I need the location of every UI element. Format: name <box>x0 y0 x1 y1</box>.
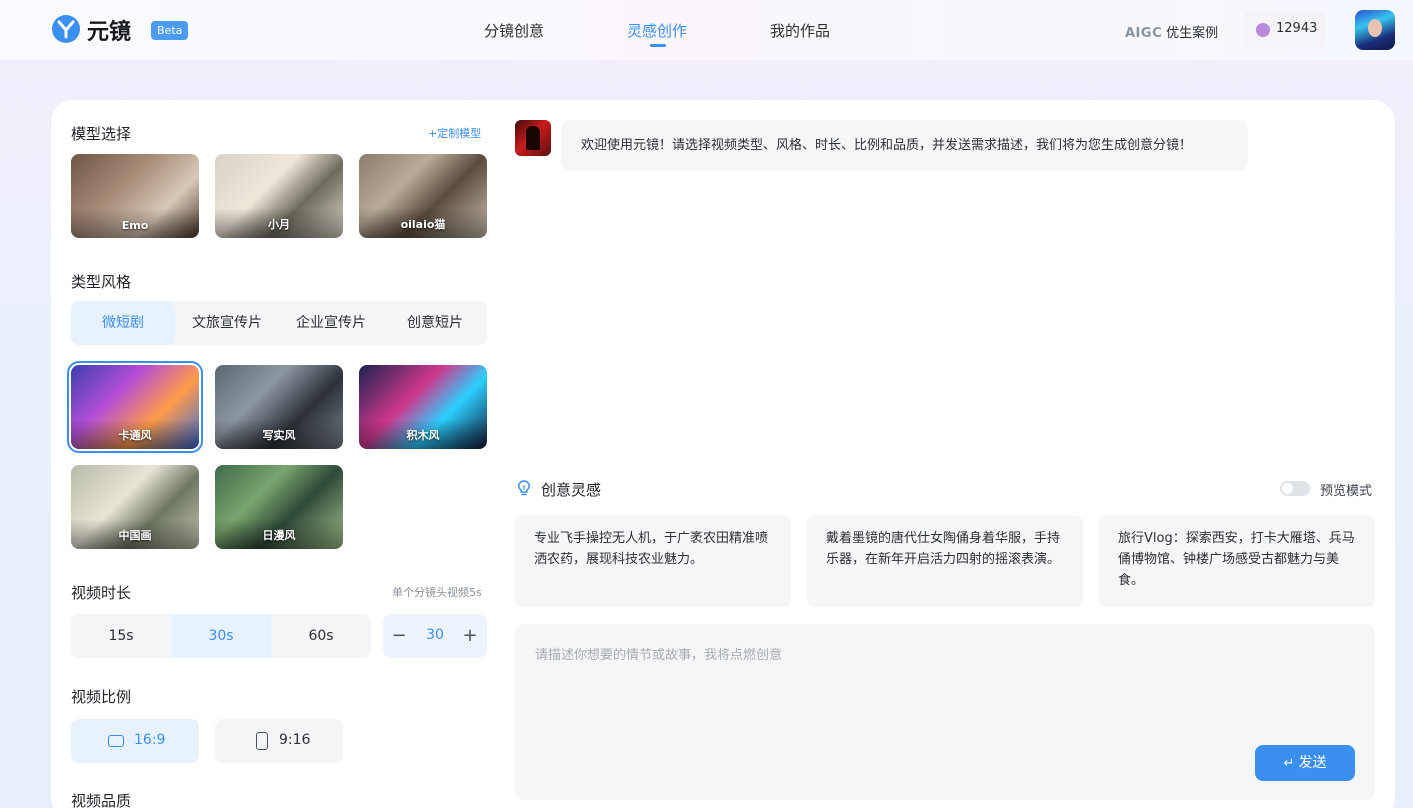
model-card-emo[interactable]: Emo <box>71 154 199 238</box>
inspiration-title: 创意灵感 <box>541 481 602 499</box>
quality-section-title: 视频品质 <box>71 792 132 808</box>
style-card-label: 中国画 <box>118 529 152 542</box>
bot-avatar <box>515 120 551 156</box>
enter-icon: ↵ <box>1283 756 1295 771</box>
preview-mode-toggle[interactable] <box>1280 481 1310 496</box>
model-card-label: Emo <box>121 219 149 232</box>
style-card-realistic[interactable]: 写实风 <box>215 365 343 449</box>
avatar-face <box>1368 19 1382 37</box>
minus-icon[interactable]: − <box>389 624 409 648</box>
portrait-icon <box>256 732 268 750</box>
lightbulb-icon <box>518 480 530 496</box>
top-bar: 元镜 Beta 分镜创意 灵感创作 我的作品 AIGC 优生案例 12943 <box>0 0 1413 60</box>
tab-creative-short[interactable]: 创意短片 <box>383 301 487 345</box>
nav-my-works[interactable]: 我的作品 <box>770 20 830 41</box>
landscape-icon <box>108 735 124 747</box>
duration-stepper-value[interactable]: 30 <box>420 627 450 643</box>
ratio-section-title: 视频比例 <box>71 688 132 706</box>
style-card-label: 写实风 <box>262 429 296 442</box>
ratio-label: 9:16 <box>279 732 311 748</box>
nav-inspiration[interactable]: 灵感创作 <box>627 20 687 41</box>
coin-value: 12943 <box>1276 21 1318 36</box>
tab-corporate-promo[interactable]: 企业宣传片 <box>279 301 383 345</box>
ratio-9-16[interactable]: 9:16 <box>215 719 343 763</box>
aigc-mark: AIGC <box>1125 26 1163 41</box>
coin-balance[interactable]: 12943 <box>1244 11 1325 49</box>
style-section-title: 类型风格 <box>71 273 132 291</box>
custom-model-link[interactable]: +定制模型 <box>428 125 481 141</box>
beta-badge: Beta <box>151 21 189 40</box>
style-card-label: 日漫风 <box>262 529 296 542</box>
user-avatar[interactable] <box>1355 10 1395 50</box>
prompt-composer <box>515 624 1375 800</box>
ratio-label: 16:9 <box>134 732 166 748</box>
ratio-16-9[interactable]: 16:9 <box>71 719 199 763</box>
bot-figure <box>526 126 540 150</box>
style-card-label: 积木风 <box>406 429 440 442</box>
send-label: 发送 <box>1298 755 1327 771</box>
duration-options: 15s 30s 60s <box>71 614 371 658</box>
aigc-cases-label: 优生案例 <box>1166 26 1219 41</box>
tab-tourism-promo[interactable]: 文旅宣传片 <box>175 301 279 345</box>
duration-section-title: 视频时长 <box>71 584 132 602</box>
duration-60s[interactable]: 60s <box>271 614 371 658</box>
toggle-knob <box>1282 483 1293 494</box>
duration-stepper: − 30 + <box>383 614 487 658</box>
style-card-anime[interactable]: 日漫风 <box>215 465 343 549</box>
duration-15s[interactable]: 15s <box>71 614 171 658</box>
brand-name: 元镜 <box>87 20 132 45</box>
model-card-xiaoyue[interactable]: 小月 <box>215 154 343 238</box>
inspiration-card-xian-vlog[interactable]: 旅行Vlog：探索西安，打卡大雁塔、兵马俑博物馆、钟楼广场感受古都魅力与美食。 <box>1099 515 1375 607</box>
duration-30s[interactable]: 30s <box>171 614 271 658</box>
style-card-label: 卡通风 <box>118 429 152 442</box>
style-type-tabs: 微短剧 文旅宣传片 企业宣传片 创意短片 <box>71 301 487 345</box>
model-card-label: oilaio猫 <box>400 218 446 231</box>
plus-icon[interactable]: + <box>460 624 480 648</box>
model-card-label: 小月 <box>268 218 290 231</box>
duration-hint: 单个分镜头视频5s <box>392 586 482 599</box>
logo-icon[interactable] <box>52 15 80 43</box>
model-card-cat[interactable]: oilaio猫 <box>359 154 487 238</box>
welcome-message: 欢迎使用元镜！请选择视频类型、风格、时长、比例和品质，并发送需求描述，我们将为您… <box>561 120 1248 171</box>
prompt-input[interactable] <box>535 644 1355 744</box>
inspiration-card-drone[interactable]: 专业飞手操控无人机，于广袤农田精准喷洒农药，展现科技农业魅力。 <box>515 515 791 607</box>
send-button[interactable]: ↵ 发送 <box>1255 745 1355 781</box>
preview-mode-label: 预览模式 <box>1320 484 1373 499</box>
logo-mark <box>57 20 75 39</box>
style-card-blocks[interactable]: 积木风 <box>359 365 487 449</box>
aigc-cases-link[interactable]: AIGC 优生案例 <box>1125 22 1218 41</box>
style-card-chinese-painting[interactable]: 中国画 <box>71 465 199 549</box>
style-card-cartoon[interactable]: 卡通风 <box>67 361 203 453</box>
tab-micro-drama[interactable]: 微短剧 <box>71 301 175 345</box>
model-section-title: 模型选择 <box>71 125 132 143</box>
nav-active-indicator <box>650 44 666 47</box>
nav-storyboard[interactable]: 分镜创意 <box>484 20 544 41</box>
inspiration-card-tang-figurine[interactable]: 戴着墨镜的唐代仕女陶俑身着华服，手持乐器，在新年开启活力四射的摇滚表演。 <box>807 515 1083 607</box>
coin-icon <box>1256 23 1270 37</box>
